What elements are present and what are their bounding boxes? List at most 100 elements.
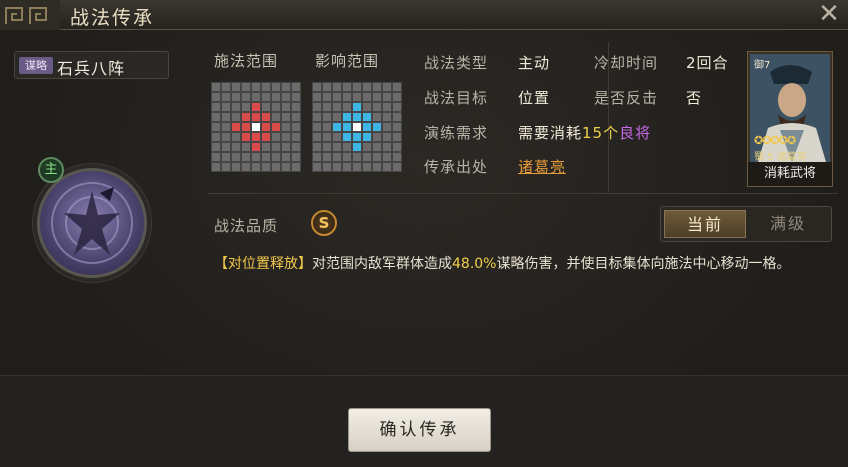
effect-range-label: 影响范围 xyxy=(315,52,380,70)
grid-cell xyxy=(322,112,332,122)
grid-cell xyxy=(312,122,322,132)
grid-cell xyxy=(362,82,372,92)
grid-cell xyxy=(221,102,231,112)
grid-cell xyxy=(281,112,291,122)
grid-cell xyxy=(281,102,291,112)
skill-description: 【对位置释放】对范围内敌军群体造成48.0%谋略伤害，并使目标集体向施法中心移动… xyxy=(214,252,834,276)
grid-cell xyxy=(382,162,392,172)
grid-cell xyxy=(271,162,281,172)
grid-cell xyxy=(332,112,342,122)
grid-cell xyxy=(271,122,281,132)
general-card[interactable]: 御7 ✪✪✪✪✪ 蜀 5 诸葛亮 消耗武将 xyxy=(747,51,833,187)
grid-cell xyxy=(322,152,332,162)
grid-cell xyxy=(392,92,402,102)
grid-cell xyxy=(392,102,402,112)
grid-cell xyxy=(271,152,281,162)
grid-cell xyxy=(241,162,251,172)
grid-cell xyxy=(291,112,301,122)
grid-cell xyxy=(221,112,231,122)
type-value: 主动 xyxy=(518,54,551,72)
grid-cell xyxy=(291,152,301,162)
cooldown-value: 2回合 xyxy=(686,54,729,72)
grid-cell xyxy=(221,162,231,172)
close-icon[interactable]: ✕ xyxy=(816,1,842,28)
grid-cell xyxy=(352,102,362,112)
skill-category-badge: 谋略 xyxy=(19,57,53,74)
grid-cell xyxy=(291,142,301,152)
footer-bar: 确认传承 xyxy=(0,375,848,467)
grid-cell xyxy=(322,92,332,102)
grid-cell xyxy=(312,152,322,162)
grid-cell xyxy=(281,82,291,92)
grid-cell xyxy=(362,142,372,152)
grid-cell xyxy=(352,122,362,132)
grid-cell xyxy=(382,152,392,162)
grid-cell xyxy=(241,112,251,122)
grid-cell xyxy=(322,142,332,152)
grid-cell xyxy=(392,142,402,152)
grid-cell xyxy=(221,132,231,142)
drill-value: 需要消耗15个良将 xyxy=(518,122,651,143)
grid-cell xyxy=(342,82,352,92)
grid-cell xyxy=(291,162,301,172)
grid-cell xyxy=(241,102,251,112)
tab-max-level[interactable]: 满级 xyxy=(747,210,829,238)
grid-cell xyxy=(261,122,271,132)
general-portrait: 御7 ✪✪✪✪✪ 蜀 5 诸葛亮 xyxy=(750,54,830,162)
grid-cell xyxy=(342,142,352,152)
grid-cell xyxy=(342,92,352,102)
grid-cell xyxy=(251,82,261,92)
main-panel: 谋略 石兵八阵 主 施法范围 影响范围 战法类型 主动 冷却时间 2回合 战法目… xyxy=(0,30,848,467)
grid-cell xyxy=(332,162,342,172)
grid-cell xyxy=(231,102,241,112)
skill-emblem xyxy=(37,168,147,278)
grid-cell xyxy=(352,132,362,142)
grid-cell xyxy=(211,112,221,122)
skill-title-box: 谋略 石兵八阵 xyxy=(14,51,169,79)
grid-cell xyxy=(382,132,392,142)
grid-cell xyxy=(382,92,392,102)
skill-details: 施法范围 影响范围 战法类型 主动 冷却时间 2回合 战法目标 位置 是否反击 … xyxy=(194,30,848,375)
description-part1: 对范围内敌军群体造成 xyxy=(312,256,452,272)
grid-cell xyxy=(332,122,342,132)
grid-cell xyxy=(332,132,342,142)
tab-current[interactable]: 当前 xyxy=(664,210,746,238)
grid-cell xyxy=(312,102,322,112)
grid-cell xyxy=(322,102,332,112)
confirm-inherit-button[interactable]: 确认传承 xyxy=(348,408,491,452)
grid-cell xyxy=(312,82,322,92)
level-toggle: 当前 满级 xyxy=(660,206,832,242)
grid-cell xyxy=(261,92,271,102)
grid-cell xyxy=(231,92,241,102)
grid-cell xyxy=(372,82,382,92)
grid-cell xyxy=(291,132,301,142)
grid-cell xyxy=(261,152,271,162)
star-rating: ✪✪✪✪✪ xyxy=(754,134,796,147)
grid-cell xyxy=(362,122,372,132)
card-level-text: 蜀 5 诸葛亮 xyxy=(754,152,807,162)
grid-cell xyxy=(261,162,271,172)
origin-general-link[interactable]: 诸葛亮 xyxy=(518,156,566,177)
grid-cell xyxy=(312,142,322,152)
grid-cell xyxy=(231,132,241,142)
grid-cell xyxy=(362,152,372,162)
card-side-text: 御7 xyxy=(754,60,771,71)
grid-cell xyxy=(382,102,392,112)
grid-cell xyxy=(362,132,372,142)
grid-cell xyxy=(372,122,382,132)
skill-emblem-art-icon xyxy=(51,182,133,264)
grid-cell xyxy=(261,112,271,122)
grid-cell xyxy=(261,82,271,92)
grid-cell xyxy=(231,152,241,162)
title-bar: 战法传承 ✕ xyxy=(0,0,848,30)
grid-cell xyxy=(322,122,332,132)
grid-cell xyxy=(211,132,221,142)
grid-cell xyxy=(251,152,261,162)
grid-cell xyxy=(372,92,382,102)
grid-cell xyxy=(251,142,261,152)
drill-label: 演练需求 xyxy=(424,124,489,142)
grid-cell xyxy=(221,92,231,102)
grid-cell xyxy=(382,82,392,92)
grid-cell xyxy=(382,142,392,152)
grid-cell xyxy=(372,112,382,122)
